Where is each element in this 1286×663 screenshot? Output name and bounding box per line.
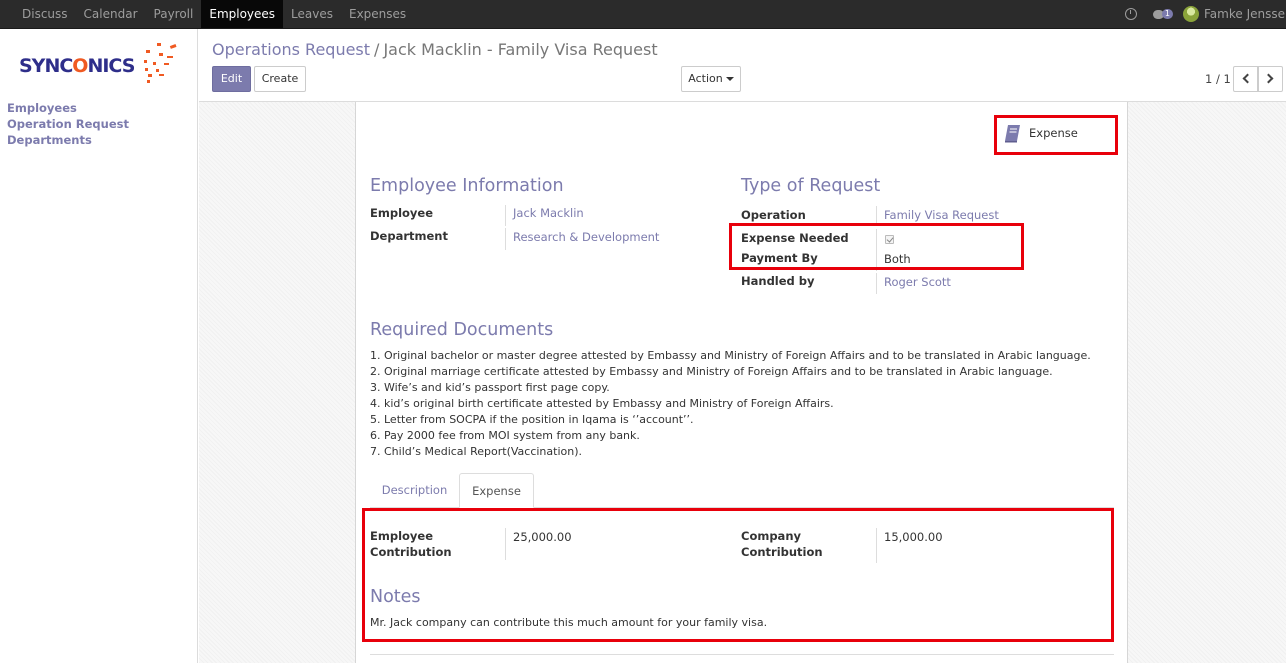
field-divider — [876, 273, 877, 294]
list-item: 3. Wife’s and kid’s passport first page … — [370, 381, 610, 394]
handled-by-value[interactable]: Roger Scott — [884, 274, 951, 290]
logo-spark-icon — [144, 43, 177, 83]
breadcrumb-parent[interactable]: Operations Request — [212, 40, 370, 59]
chat-count-badge: 1 — [1161, 9, 1173, 19]
employee-label: Employee — [370, 206, 434, 220]
sidebar-item-operation-request[interactable]: Operation Request — [7, 116, 129, 132]
highlight-box-expense-tab — [362, 508, 1114, 642]
highlight-box-expense-fields — [729, 223, 1024, 270]
pager-value[interactable]: 1 / 1 — [1205, 72, 1231, 86]
operation-label: Operation — [741, 208, 806, 222]
list-item: 6. Pay 2000 fee from MOI system from any… — [370, 429, 640, 442]
list-item: 4. kid’s original birth certificate atte… — [370, 397, 834, 410]
handled-by-label: Handled by — [741, 274, 815, 288]
pager-next-button[interactable] — [1258, 66, 1283, 92]
chevron-left-icon — [1242, 73, 1253, 84]
sidebar-menu: Employees Operation Request Departments — [7, 100, 129, 148]
menu-payroll[interactable]: Payroll — [146, 0, 202, 28]
user-name[interactable]: Famke Jenssen — [1204, 7, 1286, 21]
operation-value[interactable]: Family Visa Request — [884, 207, 999, 223]
caret-down-icon — [725, 77, 734, 81]
logo-wordmark: SYNCONICS — [19, 55, 135, 77]
tab-description[interactable]: Description — [370, 473, 459, 508]
activity-clock-icon[interactable] — [1124, 8, 1137, 20]
menu-calendar[interactable]: Calendar — [76, 0, 146, 28]
user-avatar[interactable] — [1183, 6, 1199, 22]
main-menu: Discuss Calendar Payroll Employees Leave… — [14, 0, 414, 28]
required-documents-heading: Required Documents — [370, 320, 554, 340]
separator — [370, 654, 1114, 655]
form-view: Expense Employee Information Employee Ja… — [199, 102, 1286, 663]
company-logo[interactable]: SYNCONICS — [19, 43, 184, 89]
sidebar-item-departments[interactable]: Departments — [7, 132, 129, 148]
sidebar: SYNCONICS Employees Operation Request De… — [0, 29, 198, 663]
employee-information-heading: Employee Information — [370, 176, 564, 196]
highlight-box-expense-button — [994, 115, 1118, 155]
menu-expenses[interactable]: Expenses — [341, 0, 414, 28]
pager-previous-button[interactable] — [1233, 66, 1258, 92]
field-divider — [505, 228, 506, 250]
breadcrumb-separator: / — [374, 40, 380, 59]
tab-expense[interactable]: Expense — [459, 473, 534, 508]
form-sheet: Expense Employee Information Employee Ja… — [355, 102, 1128, 663]
list-item: 7. Child’s Medical Report(Vaccination). — [370, 445, 582, 458]
list-item: 1. Original bachelor or master degree at… — [370, 349, 1091, 362]
menu-discuss[interactable]: Discuss — [14, 0, 76, 28]
notebook-tabs: Description Expense — [370, 473, 1114, 508]
messaging-menu[interactable]: 1 — [1152, 9, 1173, 19]
action-dropdown[interactable]: Action — [681, 66, 741, 92]
employee-value[interactable]: Jack Macklin — [513, 205, 584, 221]
type-of-request-heading: Type of Request — [741, 176, 881, 196]
action-label: Action — [688, 72, 723, 85]
edit-button[interactable]: Edit — [212, 66, 251, 92]
department-value[interactable]: Research & Development — [513, 229, 659, 245]
chevron-right-icon — [1263, 73, 1274, 84]
list-item: 2. Original marriage certificate atteste… — [370, 365, 1053, 378]
menu-leaves[interactable]: Leaves — [283, 0, 341, 28]
create-button[interactable]: Create — [254, 66, 306, 92]
field-divider — [505, 205, 506, 226]
control-panel: Operations Request / Jack Macklin - Family… — [199, 29, 1286, 102]
top-navbar: Discuss Calendar Payroll Employees Leave… — [0, 0, 1286, 29]
sidebar-item-employees[interactable]: Employees — [7, 100, 129, 116]
breadcrumb: Operations Request / Jack Macklin - Family… — [212, 40, 658, 59]
list-item: 5. Letter from SOCPA if the position in … — [370, 413, 694, 426]
department-label: Department — [370, 229, 448, 243]
menu-employees[interactable]: Employees — [201, 0, 284, 28]
required-documents-list: 1. Original bachelor or master degree at… — [370, 348, 1091, 460]
systray: 1 Famke Jenssen — [1124, 0, 1286, 28]
breadcrumb-current: Jack Macklin - Family Visa Request — [383, 40, 658, 59]
